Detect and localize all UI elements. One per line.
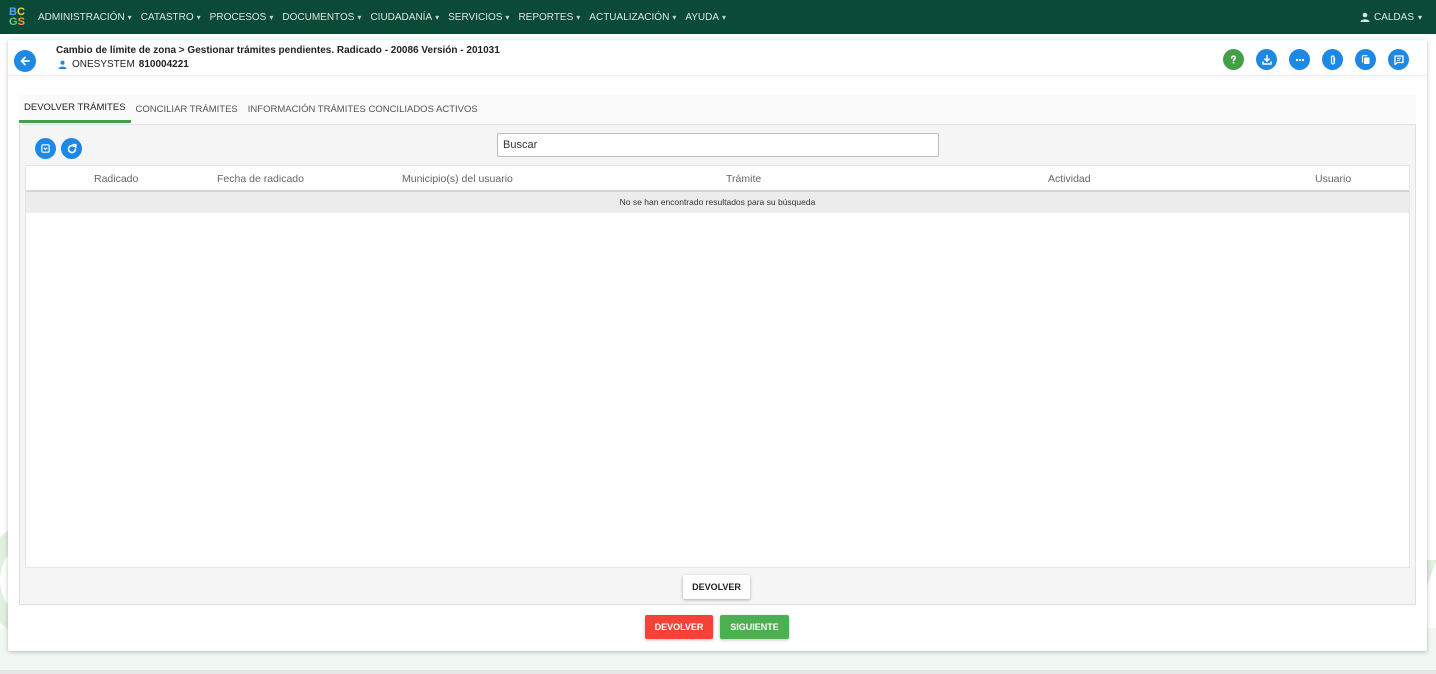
chevron-down-icon: ▾ — [722, 12, 727, 22]
chevron-down-icon: ▾ — [435, 12, 440, 22]
chevron-down-icon: ▾ — [576, 12, 581, 22]
menu-documentos[interactable]: DOCUMENTOS ▾ — [282, 12, 361, 23]
header-actions — [1211, 49, 1409, 70]
comments-button[interactable] — [1388, 49, 1409, 70]
menu-reportes[interactable]: REPORTES ▾ — [518, 12, 580, 23]
results-table: Radicado Fecha de radicado Municipio(s) … — [25, 165, 1410, 568]
menu-actualizacion[interactable]: ACTUALIZACIÓN ▾ — [589, 12, 676, 23]
devolver-tramites-button[interactable]: DEVOLVER — [683, 575, 750, 599]
column-header-actividad[interactable]: Actividad — [1048, 173, 1091, 185]
menu-label: CIUDADANÍA — [370, 11, 433, 23]
menu-administracion[interactable]: ADMINISTRACIÓN ▾ — [38, 12, 132, 23]
export-icon — [41, 144, 50, 153]
menu-label: CATASTRO — [140, 11, 194, 23]
tab-conciliar-tramites[interactable]: CONCILIAR TRÁMITES — [131, 95, 243, 123]
devolver-button[interactable]: DEVOLVER — [645, 615, 713, 639]
main-card: Cambio de límite de zona > Gestionar trá… — [8, 40, 1427, 651]
menu-ciudadania[interactable]: CIUDADANÍA ▾ — [370, 12, 439, 23]
download-button[interactable] — [1256, 49, 1277, 70]
chevron-down-icon: ▾ — [127, 12, 132, 22]
table-header: Radicado Fecha de radicado Municipio(s) … — [26, 166, 1409, 192]
menu-procesos[interactable]: PROCESOS ▾ — [210, 12, 274, 23]
export-button[interactable] — [35, 138, 56, 159]
tab-informacion-tramites-conciliados[interactable]: INFORMACIÓN TRÁMITES CONCILIADOS ACTIVOS — [243, 95, 483, 123]
arrow-left-icon — [20, 56, 30, 66]
download-icon — [1261, 54, 1272, 65]
page-bottom-border — [0, 670, 1436, 674]
column-header-municipio[interactable]: Municipio(s) del usuario — [402, 173, 513, 185]
user-icon — [1360, 12, 1370, 22]
help-icon — [1230, 55, 1237, 64]
refresh-button[interactable] — [61, 138, 82, 159]
more-button[interactable] — [1289, 49, 1310, 70]
page-title: Cambio de límite de zona > Gestionar trá… — [56, 45, 500, 56]
search-input[interactable] — [497, 133, 939, 157]
more-horizontal-icon — [1295, 58, 1304, 61]
help-button[interactable] — [1223, 49, 1244, 70]
chevron-down-icon: ▾ — [269, 12, 274, 22]
copy-button[interactable] — [1355, 49, 1376, 70]
copy-icon — [1361, 54, 1369, 64]
menu-servicios[interactable]: SERVICIOS ▾ — [448, 12, 509, 23]
app-logo[interactable]: BC GS — [4, 0, 30, 34]
tab-devolver-tramites[interactable]: DEVOLVER TRÁMITES — [19, 95, 131, 123]
paperclip-icon — [1330, 54, 1335, 65]
column-header-radicado[interactable]: Radicado — [94, 173, 138, 185]
refresh-icon — [67, 143, 77, 153]
chevron-down-icon: ▾ — [196, 12, 201, 22]
user-name: ONESYSTEM — [72, 59, 135, 70]
tab-bar: DEVOLVER TRÁMITES CONCILIAR TRÁMITES INF… — [19, 95, 1416, 123]
user-menu-label: CALDAS — [1373, 11, 1414, 23]
person-icon — [58, 60, 67, 69]
column-header-usuario[interactable]: Usuario — [1315, 173, 1351, 185]
menu-label: ADMINISTRACIÓN — [38, 11, 125, 23]
chevron-down-icon: ▾ — [1417, 12, 1422, 22]
siguiente-button[interactable]: SIGUIENTE — [720, 615, 789, 639]
menu-label: PROCESOS — [209, 11, 267, 23]
column-header-fecha[interactable]: Fecha de radicado — [217, 173, 304, 185]
user-code: 810004221 — [138, 59, 189, 70]
menu-label: AYUDA — [685, 11, 720, 23]
logo-letter-3: G — [9, 16, 18, 28]
top-navbar: BC GS ADMINISTRACIÓN ▾ CATASTRO ▾ PROCESOS… — [0, 0, 1436, 34]
comment-icon — [1393, 54, 1404, 65]
back-button[interactable] — [14, 50, 36, 72]
chevron-down-icon: ▾ — [505, 12, 510, 22]
menu-label: SERVICIOS — [448, 11, 503, 23]
column-header-tramite[interactable]: Trámite — [726, 173, 761, 185]
menu-label: DOCUMENTOS — [282, 11, 355, 23]
attach-button[interactable] — [1322, 49, 1343, 70]
menu-label: REPORTES — [518, 11, 574, 23]
empty-results-message: No se han encontrado resultados para su … — [26, 192, 1409, 213]
logo-letter-4: S — [17, 16, 25, 28]
user-menu[interactable]: CALDAS ▾ — [1360, 0, 1422, 34]
menu-label: ACTUALIZACIÓN — [589, 11, 670, 23]
chevron-down-icon: ▾ — [357, 12, 362, 22]
current-user: ONESYSTEM 810004221 — [58, 59, 189, 70]
menu-catastro[interactable]: CATASTRO ▾ — [141, 12, 201, 23]
tab-panel: Radicado Fecha de radicado Municipio(s) … — [19, 124, 1416, 605]
page-header: Cambio de límite de zona > Gestionar trá… — [8, 40, 1427, 76]
menu-ayuda[interactable]: AYUDA ▾ — [685, 12, 726, 23]
chevron-down-icon: ▾ — [672, 12, 677, 22]
main-menu: ADMINISTRACIÓN ▾ CATASTRO ▾ PROCESOS ▾ DOCU… — [38, 12, 735, 23]
